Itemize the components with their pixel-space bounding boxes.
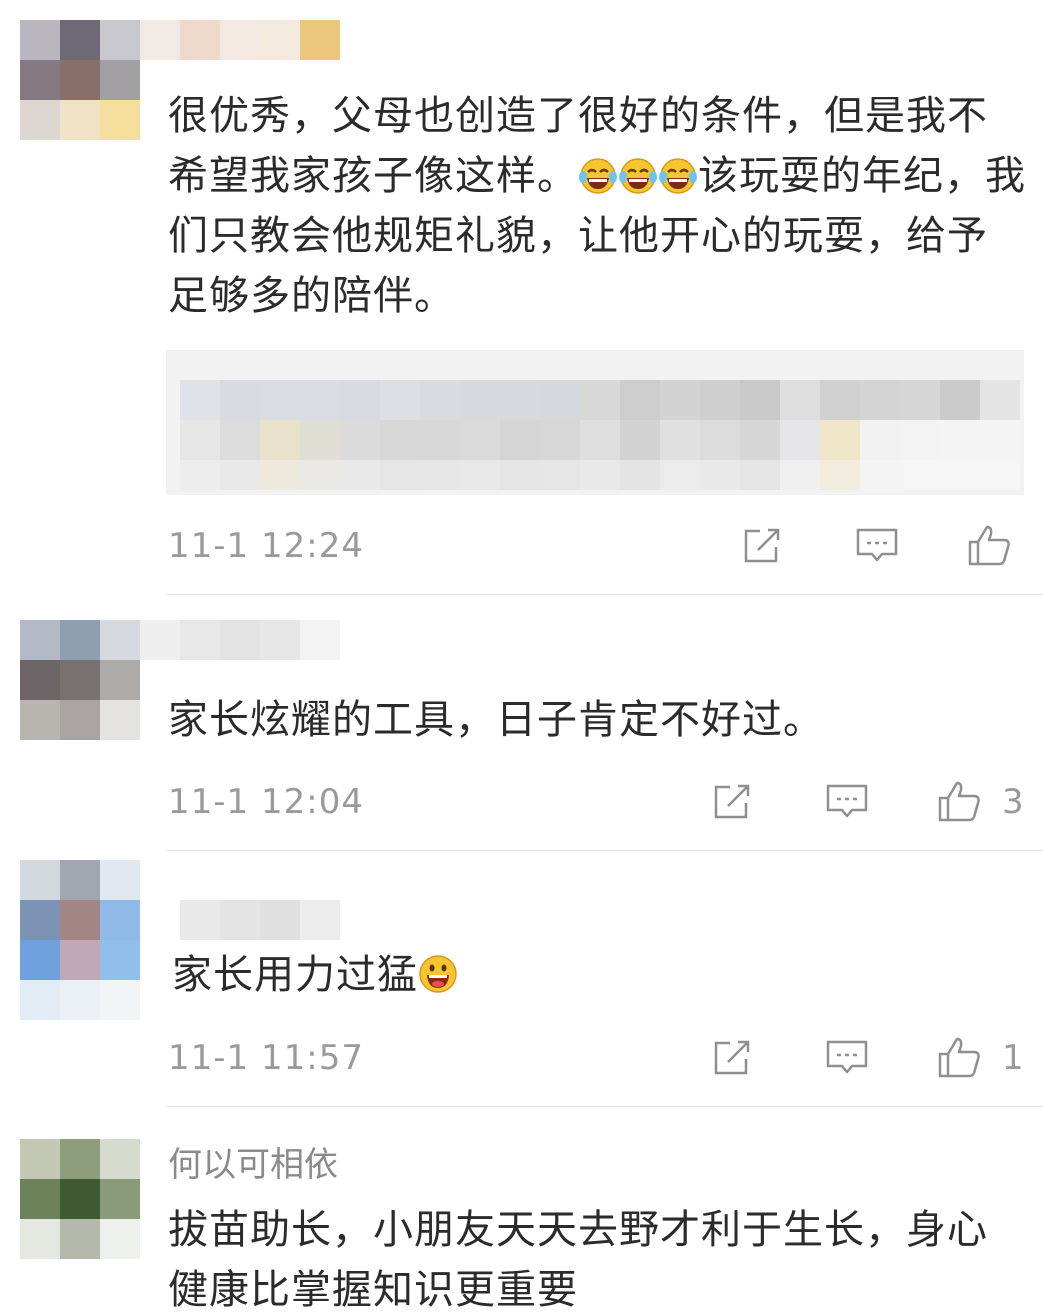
timestamp: 11-1 12:24 — [168, 526, 364, 566]
username-blurred[interactable] — [140, 620, 340, 660]
comment-meta: 11-1 11:57 1 — [0, 1034, 1043, 1084]
comment-text: 家长用力过猛 — [172, 945, 1032, 1005]
comment-4: 何以可相依 拔苗助长，小朋友天天去野才利于生长，身心健康比掌握知识更重要 — [0, 1107, 1043, 1316]
share-button[interactable] — [710, 778, 760, 828]
comment-text: 很优秀，父母也创造了很好的条件，但是我不希望我家孩子像这样。 该玩耍的年纪，我们只… — [168, 93, 1026, 319]
like-count: 1 — [1002, 1038, 1024, 1078]
avatar-bottom — [20, 980, 140, 1020]
comment-1: 很优秀，父母也创造了很好的条件，但是我不希望我家孩子像这样。 该玩耍的年纪，我们只… — [0, 0, 1043, 595]
tears-of-joy-icon — [578, 152, 618, 194]
comment-text: 家长炫耀的工具，日子肯定不好过。 — [168, 697, 824, 743]
reply-button[interactable] — [854, 522, 904, 572]
timestamp: 11-1 11:57 — [168, 1038, 364, 1078]
comment-2: 家长炫耀的工具，日子肯定不好过。 11-1 12:04 3 — [0, 595, 1043, 850]
thumbs-up-icon — [938, 781, 980, 822]
username[interactable]: 何以可相依 — [168, 1137, 338, 1186]
avatar[interactable] — [20, 20, 140, 140]
like-button[interactable] — [936, 778, 986, 828]
share-icon — [714, 784, 750, 819]
comment-meta: 11-1 12:24 — [0, 522, 1043, 572]
grinning-icon — [418, 951, 458, 993]
avatar[interactable] — [20, 1139, 140, 1259]
username-blurred[interactable] — [140, 20, 340, 60]
comment-3: 家长用力过猛 11-1 11:57 1 — [0, 851, 1043, 1106]
share-button[interactable] — [740, 522, 790, 572]
like-button[interactable] — [966, 522, 1016, 572]
like-count: 3 — [1002, 782, 1024, 822]
thumbs-up-icon — [968, 525, 1010, 566]
reply-icon — [826, 784, 868, 818]
reply-icon — [826, 1040, 868, 1074]
reply-button[interactable] — [824, 778, 874, 828]
thumbs-up-icon — [938, 1037, 980, 1078]
username-blurred[interactable] — [180, 900, 340, 940]
reply-icon — [856, 528, 898, 562]
comment-meta: 11-1 12:04 3 — [0, 778, 1043, 828]
quoted-content-blurred[interactable] — [166, 350, 1024, 495]
share-button[interactable] — [710, 1034, 760, 1084]
tears-of-joy-icon — [658, 152, 698, 194]
avatar[interactable] — [20, 620, 140, 740]
share-icon — [714, 1040, 750, 1075]
tears-of-joy-icon — [618, 152, 658, 194]
timestamp: 11-1 12:04 — [168, 782, 364, 822]
comment-text: 拔苗助长，小朋友天天去野才利于生长，身心健康比掌握知识更重要 — [168, 1207, 988, 1313]
share-icon — [744, 528, 780, 563]
reply-button[interactable] — [824, 1034, 874, 1084]
avatar[interactable] — [20, 860, 140, 980]
like-button[interactable] — [936, 1034, 986, 1084]
